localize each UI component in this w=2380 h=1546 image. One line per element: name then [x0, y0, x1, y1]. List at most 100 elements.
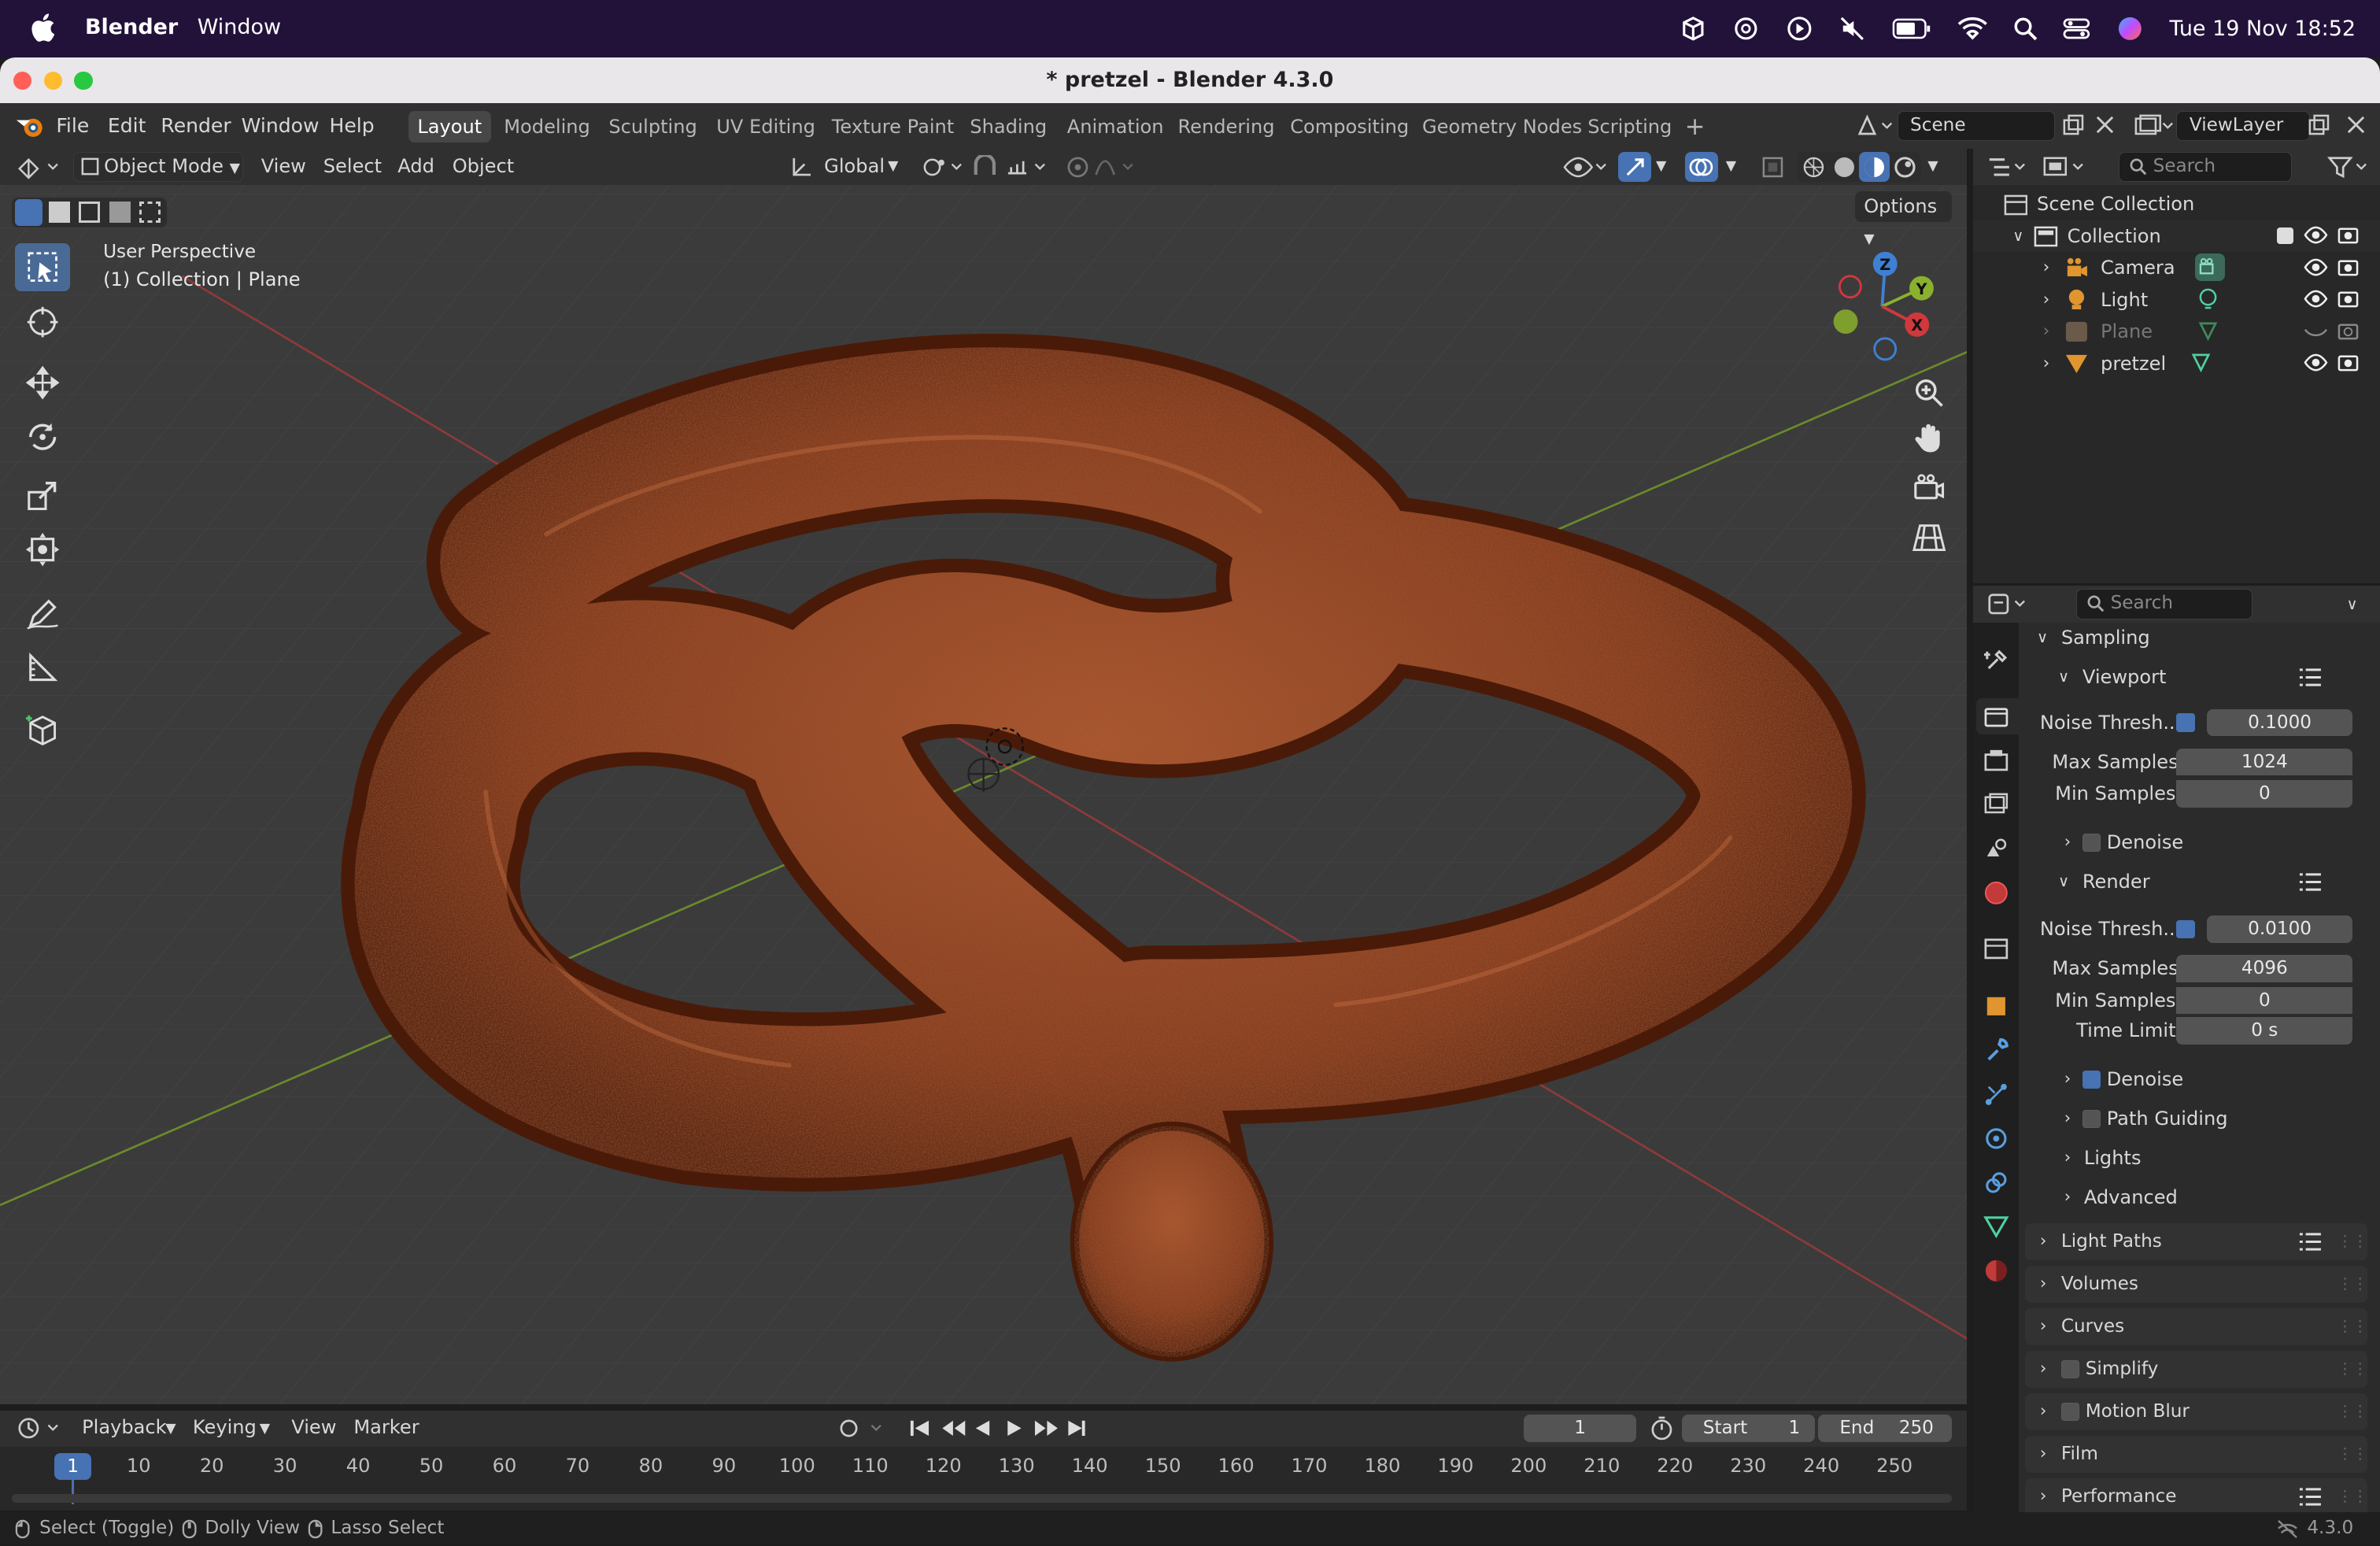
panel-curves[interactable]: › Curves ⋮⋮ — [2024, 1308, 2368, 1345]
expand-chevron-icon[interactable]: › — [2043, 284, 2049, 316]
filter-icon[interactable] — [2325, 153, 2371, 181]
remove-scene-icon[interactable] — [2094, 114, 2116, 135]
proportional-edit-icon[interactable] — [1066, 155, 1141, 179]
performance-preset-icon[interactable] — [2298, 1486, 2323, 1507]
tab-rendering[interactable]: Rendering — [1169, 111, 1284, 142]
minimize-window-button[interactable] — [43, 71, 63, 90]
modifier-tab-icon[interactable] — [1983, 1037, 2010, 1064]
orientation-label[interactable]: Global — [824, 155, 885, 177]
overlay-chevron-icon[interactable]: ▼ — [1726, 158, 1736, 174]
xray-icon[interactable] — [1761, 155, 1785, 179]
panel-volumes[interactable]: › Volumes ⋮⋮ — [2024, 1266, 2368, 1303]
current-frame-field[interactable]: 1 — [1524, 1415, 1636, 1443]
rotate-tool[interactable] — [15, 413, 69, 462]
orientation-chevron-icon[interactable]: ▼ — [888, 158, 898, 174]
move-tool[interactable] — [15, 358, 69, 407]
battery-icon[interactable] — [1892, 18, 1931, 39]
start-frame-field[interactable]: Start 1 — [1681, 1415, 1816, 1443]
material-shading-toggle[interactable] — [1859, 151, 1890, 183]
tab-geometry-nodes[interactable]: Geometry Nodes — [1413, 111, 1591, 142]
lights-row[interactable]: › Lights — [2019, 1143, 2368, 1174]
plane-hidden-eye-icon[interactable] — [2304, 322, 2328, 340]
drag-handle-icon[interactable]: ⋮⋮ — [2338, 1393, 2368, 1429]
duplicate-scene-icon[interactable] — [2061, 114, 2086, 139]
add-workspace-button[interactable]: + — [1676, 111, 1714, 142]
render-max-samples-value[interactable]: 4096 — [2176, 955, 2353, 982]
play-reverse-icon[interactable] — [976, 1421, 990, 1437]
panel-motion-blur[interactable]: › Motion Blur ⋮⋮ — [2024, 1393, 2368, 1430]
viewport-max-samples-value[interactable]: 1024 — [2176, 748, 2353, 776]
rendered-shading-icon[interactable] — [1893, 155, 1917, 179]
expand-chevron-icon[interactable]: › — [2043, 316, 2049, 348]
render-min-samples-value[interactable]: 0 — [2176, 986, 2353, 1015]
simplify-checkbox[interactable] — [2060, 1359, 2080, 1379]
playhead[interactable]: 1 — [54, 1452, 91, 1481]
orientation-icon[interactable] — [789, 155, 817, 179]
drag-handle-icon[interactable]: ⋮⋮ — [2338, 1266, 2368, 1302]
prev-keyframe-icon[interactable] — [942, 1421, 966, 1437]
select-subtract-button[interactable] — [79, 202, 101, 224]
outliner-search[interactable]: Search — [2119, 151, 2293, 183]
camera-render-icon[interactable] — [2338, 257, 2359, 278]
tab-shading[interactable]: Shading — [961, 111, 1056, 142]
menu-edit[interactable]: Edit — [108, 114, 146, 137]
mute-icon[interactable] — [1839, 15, 1866, 43]
playback-chevron-icon[interactable]: ▼ — [165, 1421, 176, 1437]
select-invert-button[interactable] — [109, 202, 131, 224]
network-disabled-icon[interactable] — [2277, 1519, 2298, 1539]
drag-handle-icon[interactable]: ⋮⋮ — [2338, 1351, 2368, 1387]
render-tab[interactable] — [1975, 698, 2019, 735]
pretzel-render-icon[interactable] — [2338, 352, 2359, 373]
menu-help[interactable]: Help — [329, 114, 374, 137]
render-camera-icon[interactable] — [2338, 224, 2359, 246]
panel-simplify[interactable]: › Simplify ⋮⋮ — [2024, 1351, 2368, 1388]
wireframe-shading-icon[interactable] — [1802, 155, 1826, 179]
tab-scripting[interactable]: Scripting — [1579, 111, 1681, 142]
pretzel-visibility-eye-icon[interactable] — [2304, 353, 2328, 372]
gizmo-neg-y-axis[interactable] — [1833, 309, 1858, 335]
path-guiding-checkbox[interactable] — [2082, 1109, 2101, 1128]
world-tab-icon[interactable] — [1983, 879, 2010, 907]
tab-texture-paint[interactable]: Texture Paint — [822, 111, 963, 142]
remove-layer-icon[interactable] — [2345, 114, 2367, 135]
duplicate-layer-icon[interactable] — [2307, 114, 2331, 139]
viewport-denoise-row[interactable]: › Denoise — [2019, 827, 2368, 858]
menu-add[interactable]: Add — [397, 155, 434, 177]
render-preset-list-icon[interactable] — [2298, 871, 2323, 893]
window-menu[interactable]: Window — [198, 15, 281, 39]
drag-handle-icon[interactable]: ⋮⋮ — [2338, 1308, 2368, 1344]
perspective-toggle-icon[interactable] — [1911, 520, 1947, 556]
snap-icon[interactable] — [971, 154, 999, 179]
panel-film[interactable]: › Film ⋮⋮ — [2024, 1436, 2368, 1473]
light-data-icon[interactable] — [2197, 288, 2219, 311]
end-frame-field[interactable]: End 250 — [1818, 1415, 1953, 1443]
menu-view[interactable]: View — [261, 155, 306, 177]
transform-tool[interactable] — [15, 525, 69, 574]
collection-exclude-checkbox[interactable] — [2276, 227, 2293, 245]
snap-target-icon[interactable] — [1005, 155, 1054, 179]
pan-hand-icon[interactable] — [1911, 420, 1947, 457]
add-cube-tool[interactable] — [15, 705, 69, 753]
outliner-editor-icon[interactable] — [1985, 153, 2031, 181]
properties-options-chevron-icon[interactable]: ∨ — [2346, 595, 2357, 613]
play-icon[interactable] — [1007, 1421, 1022, 1437]
light-paths-preset-icon[interactable] — [2298, 1231, 2323, 1252]
display-mode-icon[interactable] — [2040, 153, 2092, 181]
menu-file[interactable]: File — [56, 114, 89, 137]
outliner-row-scene-collection[interactable]: Scene Collection — [1973, 188, 2380, 220]
plane-render-icon[interactable] — [2338, 320, 2359, 342]
panel-light-paths[interactable]: › Light Paths ⋮⋮ — [2024, 1223, 2368, 1260]
view-layer-tab-icon[interactable] — [1983, 791, 2010, 819]
light-visibility-eye-icon[interactable] — [2304, 290, 2328, 308]
viewport-subpanel-header[interactable]: ∨ Viewport — [2019, 662, 2368, 693]
properties-search[interactable]: Search — [2076, 589, 2252, 620]
next-keyframe-icon[interactable] — [1035, 1421, 1059, 1437]
tool-tab-icon[interactable] — [1983, 647, 2010, 675]
timeline-editor-icon[interactable] — [15, 1415, 64, 1442]
scene-tab-icon[interactable] — [1983, 835, 2010, 863]
cursor-tool[interactable] — [15, 298, 69, 346]
camera-visibility-eye-icon[interactable] — [2304, 258, 2328, 276]
plane-mesh-icon[interactable] — [2197, 320, 2219, 342]
auto-keying-icon[interactable] — [838, 1418, 890, 1439]
menu-select[interactable]: Select — [323, 155, 382, 177]
